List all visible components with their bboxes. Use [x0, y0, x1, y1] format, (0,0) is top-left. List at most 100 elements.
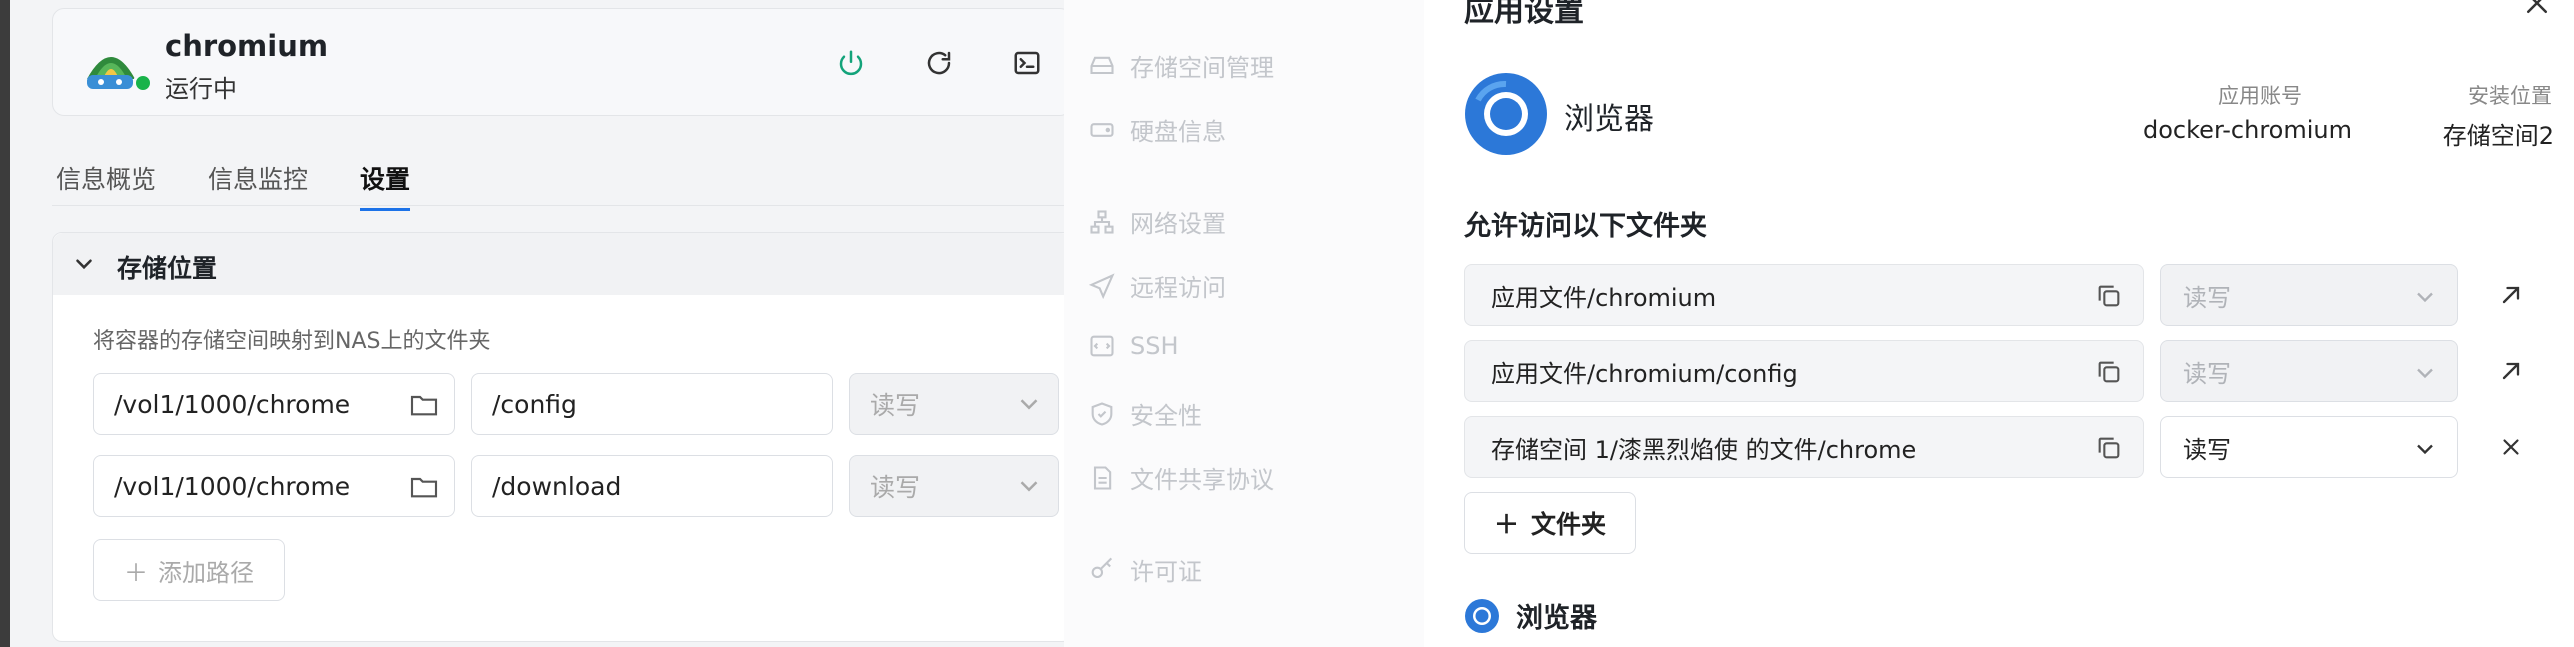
- nav-item-disk-info[interactable]: 硬盘信息: [1088, 112, 1226, 147]
- restart-button[interactable]: [921, 45, 957, 81]
- plus-icon: ＋: [1493, 510, 1519, 539]
- folder-permission-select[interactable]: 读写: [2160, 416, 2458, 478]
- permission-value: 读写: [870, 473, 921, 502]
- terminal-button[interactable]: [1009, 45, 1045, 81]
- dialog-title: 应用设置: [1464, 0, 1584, 29]
- nav-item-license[interactable]: 许可证: [1088, 552, 1202, 587]
- plus-icon: ＋: [124, 558, 148, 587]
- copy-icon[interactable]: [2095, 282, 2123, 310]
- add-path-label: 添加路径: [158, 558, 254, 587]
- storage-description: 将容器的存储空间映射到NAS上的文件夹: [93, 329, 491, 354]
- folder-path-row: 应用文件/chromium: [1464, 264, 2144, 326]
- browser-app-icon: [1465, 73, 1547, 155]
- storage-section-header[interactable]: 存储位置: [53, 233, 1071, 295]
- nav-item-file-sharing[interactable]: 文件共享协议: [1088, 460, 1274, 495]
- tab-settings[interactable]: 设置: [360, 160, 411, 211]
- chevron-down-icon: [76, 259, 92, 270]
- nav-item-label: 许可证: [1130, 558, 1202, 586]
- window-edge: [0, 0, 10, 647]
- folder-icon[interactable]: [408, 389, 440, 421]
- drive-icon: [1090, 56, 1114, 74]
- running-status-dot: [133, 73, 153, 93]
- file-icon: [1093, 465, 1112, 490]
- folder-path-row: 应用文件/chromium/config: [1464, 340, 2144, 402]
- open-folder-button[interactable]: [2494, 354, 2528, 388]
- storage-location-panel: 存储位置 将容器的存储空间映射到NAS上的文件夹 /vol1/1000/chro…: [52, 232, 1072, 642]
- permission-value: 读写: [870, 391, 921, 420]
- folder-permission-select[interactable]: 读写: [2160, 264, 2458, 326]
- terminal-icon: [1090, 335, 1114, 357]
- copy-icon[interactable]: [2095, 434, 2123, 462]
- open-external-icon: [2502, 362, 2520, 380]
- nav-item-storage-manager[interactable]: 存储空间管理: [1088, 48, 1274, 83]
- add-folder-label: 文件夹: [1531, 510, 1607, 539]
- disk-icon: [1090, 122, 1114, 137]
- open-external-icon: [2502, 286, 2520, 304]
- shield-icon: [1091, 401, 1113, 426]
- nav-item-ssh[interactable]: SSH: [1088, 332, 1179, 360]
- nav-item-label: SSH: [1130, 332, 1179, 360]
- install-location-value: 存储空间2: [2442, 122, 2554, 150]
- app-header-card: chromium 运行中: [52, 8, 1072, 116]
- power-icon: [839, 50, 863, 76]
- nav-item-label: 安全性: [1130, 402, 1202, 430]
- app-account-label: 应用账号: [2218, 84, 2302, 108]
- nav-item-label: 硬盘信息: [1130, 118, 1226, 146]
- chevron-down-icon: [2417, 292, 2433, 303]
- host-path-field[interactable]: /vol1/1000/chrome: [93, 455, 455, 517]
- send-icon: [1088, 272, 1115, 299]
- folder-path-value: 应用文件/chromium: [1491, 283, 1717, 312]
- folder-access-title: 允许访问以下文件夹: [1464, 211, 1707, 242]
- copy-icon[interactable]: [2095, 358, 2123, 386]
- folder-permission-select[interactable]: 读写: [2160, 340, 2458, 402]
- permission-value: 读写: [2183, 283, 2231, 312]
- chevron-down-icon: [1020, 481, 1038, 492]
- open-folder-button[interactable]: [2494, 278, 2528, 312]
- dialog-app-name: 浏览器: [1564, 102, 1654, 137]
- refresh-icon: [927, 51, 951, 75]
- close-icon[interactable]: [2522, 0, 2552, 18]
- sub-app-entry: 浏览器: [1464, 596, 1597, 635]
- app-account-value: docker-chromium: [2143, 116, 2352, 144]
- add-folder-button[interactable]: ＋ 文件夹: [1464, 492, 1636, 554]
- host-path-value: /vol1/1000/chrome: [114, 471, 351, 501]
- install-location-label: 安装位置: [2468, 84, 2552, 108]
- close-icon: [2503, 439, 2519, 455]
- folder-icon[interactable]: [408, 471, 440, 503]
- host-path-field[interactable]: /vol1/1000/chrome: [93, 373, 455, 435]
- container-path-field[interactable]: /download: [471, 455, 833, 517]
- network-icon: [1090, 209, 1114, 234]
- folder-path-value: 存储空间 1/漆黑烈焰使 的文件/chrome: [1491, 435, 1917, 464]
- folder-path-row: 存储空间 1/漆黑烈焰使 的文件/chrome: [1464, 416, 2144, 478]
- app-tabs: 信息概览 信息监控 设置: [52, 152, 1072, 211]
- nav-item-label: 存储空间管理: [1130, 54, 1274, 82]
- host-path-value: /vol1/1000/chrome: [114, 389, 351, 419]
- tab-overview[interactable]: 信息概览: [56, 160, 156, 208]
- chevron-down-icon: [2417, 444, 2433, 455]
- chevron-down-icon: [1020, 399, 1038, 410]
- permission-select[interactable]: 读写: [849, 455, 1059, 517]
- power-button[interactable]: [833, 45, 869, 81]
- terminal-icon: [1014, 51, 1040, 75]
- nav-item-remote-access[interactable]: 远程访问: [1088, 268, 1226, 303]
- permission-value: 读写: [2183, 359, 2231, 388]
- app-settings-dialog: 应用设置 浏览器 应用账号 docker-chromium 安装位置 存储空间2…: [1424, 0, 2574, 647]
- container-path-value: /download: [492, 471, 622, 501]
- nav-item-network[interactable]: 网络设置: [1088, 204, 1226, 239]
- container-path-field[interactable]: /config: [471, 373, 833, 435]
- tab-monitor[interactable]: 信息监控: [208, 160, 308, 208]
- chevron-down-icon: [2417, 368, 2433, 379]
- permission-value: 读写: [2183, 435, 2231, 464]
- permission-select[interactable]: 读写: [849, 373, 1059, 435]
- nav-item-label: 远程访问: [1130, 274, 1226, 302]
- nav-item-label: 文件共享协议: [1130, 466, 1274, 494]
- nav-item-label: 网络设置: [1130, 210, 1226, 238]
- remove-folder-button[interactable]: [2494, 430, 2528, 464]
- app-status: 运行中: [165, 75, 237, 103]
- container-path-value: /config: [492, 389, 577, 419]
- app-name: chromium: [165, 29, 329, 63]
- key-icon: [1091, 557, 1113, 578]
- add-path-button[interactable]: ＋ 添加路径: [93, 539, 285, 601]
- browser-app-icon: [1465, 598, 1499, 633]
- nav-item-security[interactable]: 安全性: [1088, 396, 1202, 431]
